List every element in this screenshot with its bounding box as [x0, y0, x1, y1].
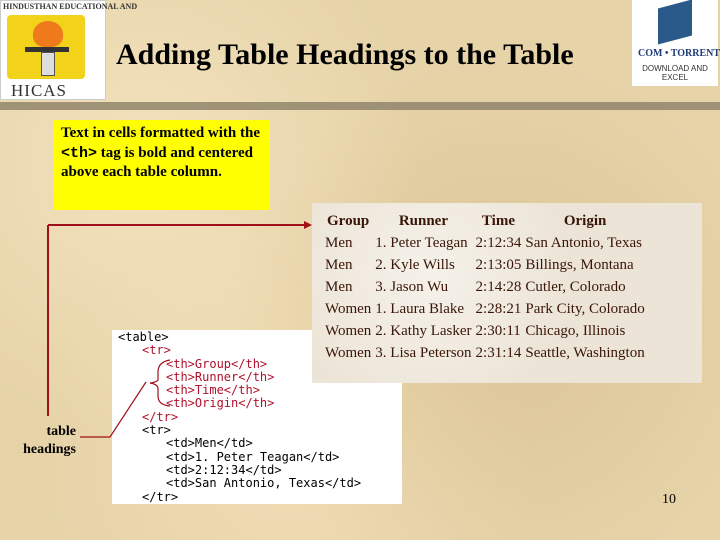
pointer-line	[80, 381, 147, 438]
connector-lines	[47, 221, 312, 438]
page-number: 10	[662, 492, 676, 507]
annotation-label: table headings	[23, 424, 76, 457]
arrow-head-icon	[304, 221, 312, 229]
brace-icon	[149, 359, 171, 407]
